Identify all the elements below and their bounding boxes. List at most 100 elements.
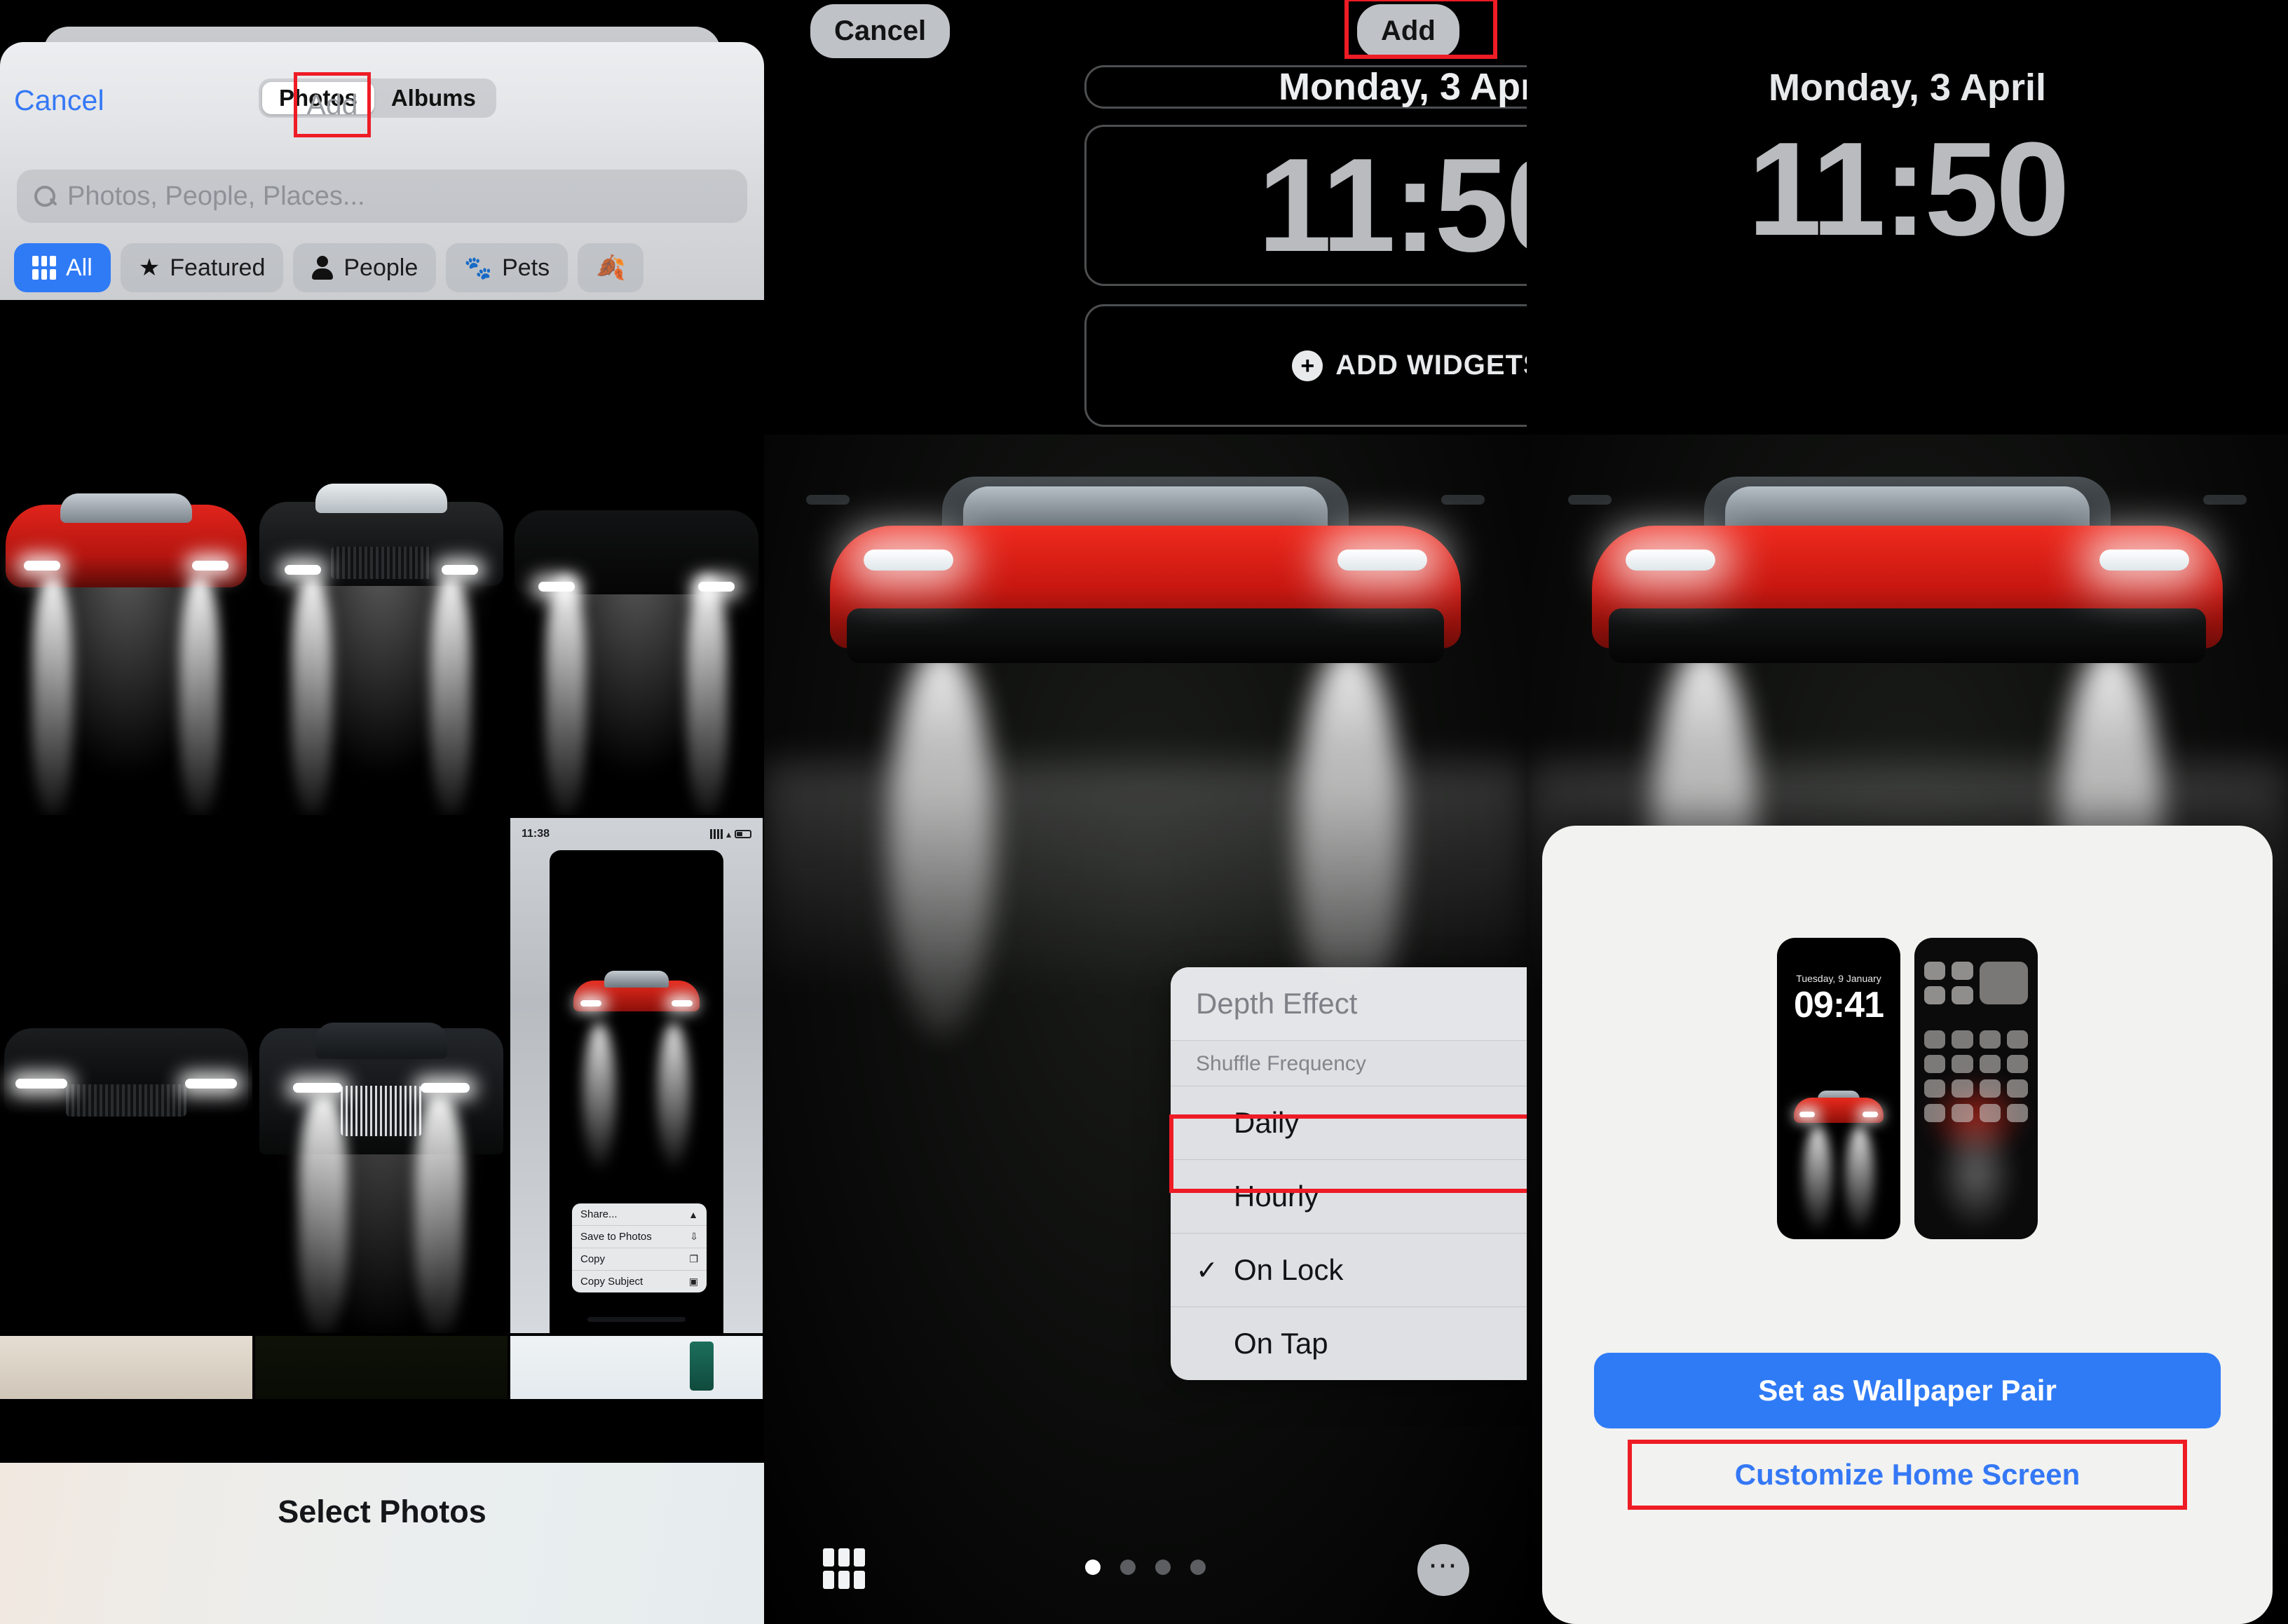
photo-image — [255, 818, 508, 1333]
photo-thumbnail[interactable] — [255, 300, 508, 815]
share-context-menu: Share... ▲ Save to Photos ⇩ Copy ❐ Copy … — [572, 1203, 707, 1292]
menu-item[interactable]: Share... ▲ — [572, 1203, 707, 1226]
add-button-highlight — [1344, 0, 1497, 59]
filter-chip-label: Featured — [170, 254, 266, 281]
select-photos-label: Select Photos — [278, 1494, 486, 1529]
menu-item-label: Save to Photos — [580, 1231, 652, 1243]
photo-thumbnail[interactable] — [255, 818, 508, 1333]
filter-chips: All ★ Featured People 🐾 Pets 🍂 — [0, 236, 764, 300]
menu-item[interactable]: Copy Subject ▣ — [572, 1271, 707, 1292]
grid-icon[interactable] — [823, 1548, 865, 1589]
checkmark-icon: ✓ — [1196, 1255, 1218, 1285]
filter-chip-label: All — [66, 254, 93, 281]
home-indicator — [587, 1317, 686, 1322]
download-icon: ⇩ — [690, 1231, 698, 1242]
screenshot-image: 11:38 ▴ Share... ▲ Save to Photos ⇩ Copy… — [510, 818, 763, 1333]
filter-chip-all[interactable]: All — [14, 243, 111, 292]
set-as-wallpaper-pair-button[interactable]: Set as Wallpaper Pair — [1594, 1353, 2221, 1428]
depth-effect-row[interactable]: Depth Effect — [1171, 967, 1527, 1041]
on-lock-highlight — [1169, 1114, 1527, 1193]
lock-date: Monday, 3 April — [1768, 67, 2047, 109]
leaf-icon: 🍂 — [596, 254, 626, 281]
add-button[interactable]: Add — [294, 72, 371, 137]
photo-grid-row — [0, 300, 764, 815]
menu-item-label: Copy Subject — [580, 1276, 644, 1288]
filter-chip-people[interactable]: People — [293, 243, 437, 292]
photo-thumbnail[interactable] — [0, 300, 252, 815]
photo-image — [255, 300, 508, 815]
wallpaper-pair-panel: Monday, 3 April 11:50 Tuesday, 9 January… — [1527, 0, 2288, 1624]
home-app-grid-top — [1924, 962, 2028, 1004]
shuffle-frequency-header: Shuffle Frequency — [1171, 1041, 1527, 1086]
tab-albums[interactable]: Albums — [374, 82, 493, 114]
battery-icon — [735, 830, 751, 838]
search-placeholder: Photos, People, Places... — [67, 181, 365, 211]
editor-bottom-bar: ⋯ — [764, 1527, 1527, 1611]
search-bar-container: Photos, People, Places... — [0, 170, 764, 237]
lock-screen-preview[interactable]: Tuesday, 9 January 09:41 — [1777, 938, 1900, 1239]
add-widgets-button[interactable]: + ADD WIDGETS — [1084, 304, 1527, 427]
photo-thumbnail-screenshot[interactable]: 11:38 ▴ Share... ▲ Save to Photos ⇩ Copy… — [510, 818, 763, 1333]
status-time: 11:38 — [522, 828, 550, 840]
filter-chip-nature[interactable]: 🍂 — [578, 243, 644, 292]
page-dot[interactable] — [1085, 1560, 1101, 1575]
signal-icon — [709, 829, 723, 839]
menu-item-label: Share... — [580, 1208, 618, 1220]
menu-item[interactable]: Save to Photos ⇩ — [572, 1226, 707, 1248]
ellipsis-icon[interactable]: ⋯ — [1417, 1544, 1469, 1596]
filter-chip-featured[interactable]: ★ Featured — [120, 243, 284, 292]
subject-icon: ▣ — [688, 1276, 698, 1287]
preview-time: 09:41 — [1794, 985, 1884, 1025]
photo-image — [0, 300, 252, 815]
segmented-control[interactable]: Photos Albums — [259, 79, 496, 118]
wallpaper-pair-sheet: Tuesday, 9 January 09:41 Set as Wallpape… — [1542, 826, 2273, 1624]
person-icon — [311, 256, 334, 280]
select-photos-footer[interactable]: Select Photos — [0, 1463, 764, 1624]
photo-picker-panel: 11:38 ▴ Share... ▲ Save to Photos ⇩ Copy… — [0, 0, 764, 1624]
menu-item-on-tap[interactable]: On Tap — [1171, 1307, 1527, 1380]
filter-chip-label: Pets — [502, 254, 550, 281]
home-screen-preview[interactable] — [1914, 938, 2038, 1239]
menu-item-label: On Lock — [1234, 1253, 1344, 1286]
status-bar: 11:38 ▴ — [510, 825, 763, 843]
photo-image — [0, 818, 252, 1333]
time-widget[interactable]: 11:50 — [1084, 125, 1527, 286]
menu-item-on-lock[interactable]: ✓ On Lock — [1171, 1234, 1527, 1307]
filter-chip-label: People — [343, 254, 418, 281]
star-icon: ★ — [138, 254, 161, 281]
photo-thumbnail[interactable] — [255, 1336, 508, 1399]
customize-home-screen-highlight — [1628, 1440, 2187, 1510]
preview-car-image — [1794, 1091, 1884, 1131]
page-indicator[interactable] — [1085, 1560, 1206, 1575]
page-dot[interactable] — [1190, 1560, 1206, 1575]
time-label: 11:50 — [1258, 131, 1527, 280]
page-dot[interactable] — [1155, 1560, 1171, 1575]
cancel-button[interactable]: Cancel — [810, 4, 951, 58]
share-icon: ▲ — [688, 1208, 698, 1220]
date-widget[interactable]: Monday, 3 April — [1084, 65, 1527, 109]
home-app-grid-bottom — [1924, 1030, 2028, 1122]
grid-icon — [32, 256, 56, 280]
photo-thumbnail[interactable] — [510, 1336, 763, 1399]
photo-image — [510, 300, 763, 815]
menu-item-label: Copy — [580, 1253, 606, 1265]
menu-item[interactable]: Copy ❐ — [572, 1248, 707, 1271]
screenshot-stage: 11:38 ▴ Share... ▲ Save to Photos ⇩ Copy… — [0, 0, 2288, 1624]
photo-thumbnail[interactable] — [0, 818, 252, 1333]
cancel-button[interactable]: Cancel — [14, 84, 104, 117]
photo-grid-row: 11:38 ▴ Share... ▲ Save to Photos ⇩ Copy… — [0, 818, 764, 1333]
photo-thumbnail[interactable] — [510, 300, 763, 815]
filter-chip-pets[interactable]: 🐾 Pets — [446, 243, 568, 292]
photo-grid-row — [0, 1336, 764, 1399]
photo-thumbnail[interactable] — [0, 1336, 252, 1399]
lock-screen-editor-panel: Cancel Add Monday, 3 April 11:50 + ADD W… — [764, 0, 1527, 1624]
paw-icon: 🐾 — [464, 255, 493, 280]
depth-effect-label: Depth Effect — [1196, 987, 1358, 1020]
page-dot[interactable] — [1120, 1560, 1136, 1575]
search-icon — [32, 184, 57, 209]
picker-header: Cancel Photos Albums Add — [0, 42, 764, 182]
wifi-icon: ▴ — [726, 828, 731, 840]
add-widgets-label: ADD WIDGETS — [1335, 350, 1527, 381]
copy-icon: ❐ — [689, 1253, 698, 1264]
lock-time: 11:50 — [1748, 115, 2069, 264]
